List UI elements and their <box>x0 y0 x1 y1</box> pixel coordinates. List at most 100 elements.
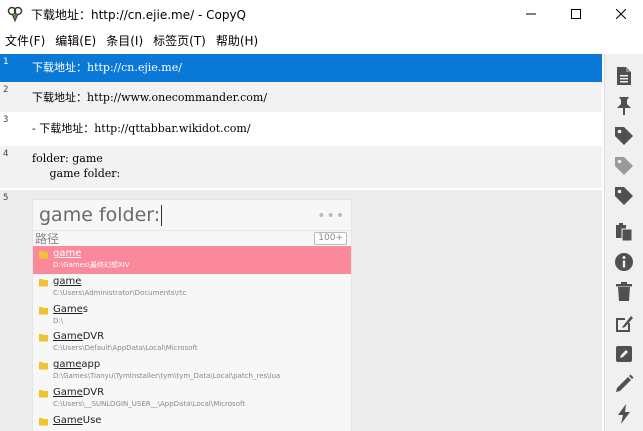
result-title: GameDVR <box>53 329 351 343</box>
paste-icon <box>616 223 633 242</box>
menu-help[interactable]: 帮助(H) <box>211 31 263 51</box>
maximize-icon <box>570 9 581 19</box>
result-title-match: game <box>53 275 82 287</box>
item-number: 4 <box>3 149 9 159</box>
item-number: 5 <box>3 193 9 203</box>
completion-result[interactable]: gameapp D:\Games\Tianyu\TymInstaller\tym\… <box>33 357 351 385</box>
list-item[interactable]: 3 - 下载地址：http://qttabbar.wikidot.com/ <box>0 112 602 146</box>
folder-icon <box>39 306 48 315</box>
completion-result[interactable]: GameUse <box>33 413 351 431</box>
item-text: folder: game game folder: <box>32 152 121 180</box>
item-text: - 下载地址：http://qttabbar.wikidot.com/ <box>32 122 251 135</box>
delete-icon <box>616 282 632 301</box>
folder-icon <box>39 251 48 259</box>
result-title-rest: Use <box>82 414 102 426</box>
edit-external-button[interactable] <box>612 312 636 336</box>
folder-icon <box>39 334 48 342</box>
item-text: 下载地址：http://www.onecommander.com/ <box>32 91 268 104</box>
delete-button[interactable] <box>612 280 636 304</box>
info-icon <box>615 253 633 271</box>
title-bar: 下载地址：http://cn.ejie.me/ - CopyQ <box>0 0 643 28</box>
result-title-match: game <box>53 248 82 259</box>
info-button[interactable] <box>612 250 636 274</box>
result-title-match: Game <box>53 414 83 426</box>
menu-edit[interactable]: 编辑(E) <box>50 31 101 51</box>
copyq-icon[interactable] <box>7 6 23 22</box>
clipboard-item-list[interactable]: 1 下载地址：http://cn.ejie.me/ 2 下载地址：http://… <box>0 54 602 431</box>
item-toolbar <box>604 54 643 431</box>
result-count-badge: 100+ <box>314 232 347 245</box>
window-controls <box>508 0 643 28</box>
list-item[interactable]: 4 folder: game game folder: <box>0 146 602 188</box>
result-title: Games <box>53 302 351 316</box>
close-button[interactable] <box>598 0 643 28</box>
tag-important-icon <box>615 127 633 145</box>
result-title-match: game <box>53 359 82 371</box>
list-item[interactable]: 2 下载地址：http://www.onecommander.com/ <box>0 82 602 112</box>
more-options-icon[interactable]: ••• <box>317 208 345 224</box>
tag-icon <box>615 187 633 205</box>
folder-icon <box>39 362 48 370</box>
edit-external-icon <box>616 316 633 332</box>
result-path: C:\Users\Administrator\Documents\rtc <box>53 288 187 297</box>
result-path: C:\Users\Default\AppData\Local\Microsoft <box>53 344 198 353</box>
result-path: D:\Games\Tianyu\TymInstaller\tym\tym_Dat… <box>53 372 281 381</box>
pin-icon <box>617 97 631 115</box>
result-title-rest: s <box>82 303 88 315</box>
result-title-rest: DVR <box>82 386 105 398</box>
item-number: 3 <box>3 115 9 125</box>
result-title-match: Game <box>53 331 83 343</box>
folder-icon <box>39 278 48 287</box>
popup-category: 路径 100+ <box>33 230 351 246</box>
edit-button[interactable] <box>612 342 636 366</box>
edit-icon <box>616 346 632 362</box>
completion-result[interactable]: game C:\Users\Administrator\Documents\rtc <box>33 274 351 302</box>
item-text: 下载地址：http://cn.ejie.me/ <box>32 61 182 74</box>
popup-query[interactable]: game folder: <box>39 204 160 226</box>
completion-result[interactable]: game D:\Games\最终幻想XIV <box>33 246 351 274</box>
tag-important-button[interactable] <box>612 124 636 148</box>
action-icon <box>618 404 630 424</box>
menu-bar: 文件(F) 编辑(E) 条目(I) 标签页(T) 帮助(H) <box>0 30 643 52</box>
completion-popup[interactable]: game folder: ••• 路径 100+ game D:\Games\最终… <box>32 199 352 431</box>
pin-button[interactable] <box>612 94 636 118</box>
paste-button[interactable] <box>612 220 636 244</box>
close-icon <box>615 9 626 19</box>
tag-light-button[interactable] <box>612 154 636 178</box>
window-title: 下载地址：http://cn.ejie.me/ - CopyQ <box>31 7 246 22</box>
result-path: D:\ <box>53 316 64 325</box>
folder-icon <box>39 417 48 426</box>
popup-results: game D:\Games\最终幻想XIV game C:\Users\Adminis… <box>33 246 351 431</box>
result-path: D:\Games\最终幻想XIV <box>53 261 130 269</box>
result-title: gameapp <box>53 357 351 371</box>
menu-file[interactable]: 文件(F) <box>0 31 50 51</box>
folder-icon <box>39 389 48 398</box>
edit-notes-button[interactable] <box>612 372 636 396</box>
maximize-button[interactable] <box>553 0 598 28</box>
result-title-match: Game <box>53 386 83 398</box>
category-label: 路径 <box>35 232 60 246</box>
show-content-icon <box>617 67 631 85</box>
menu-item[interactable]: 条目(I) <box>101 31 148 51</box>
edit-notes-icon <box>616 374 634 392</box>
result-title: game <box>53 274 351 288</box>
tag-button[interactable] <box>612 184 636 208</box>
result-title: GameUse <box>53 413 351 427</box>
result-title: GameDVR <box>53 385 351 399</box>
popup-search-box[interactable]: game folder: ••• <box>33 200 351 230</box>
item-number: 1 <box>3 57 9 67</box>
list-item-editor[interactable]: 5 game folder: ••• 路径 100+ game D:\Games\… <box>0 190 602 431</box>
menu-tabs[interactable]: 标签页(T) <box>148 31 211 51</box>
list-item[interactable]: 1 下载地址：http://cn.ejie.me/ <box>0 54 602 82</box>
result-title: game <box>53 246 351 260</box>
minimize-button[interactable] <box>508 0 553 28</box>
minimize-icon <box>525 13 536 15</box>
action-button[interactable] <box>612 402 636 426</box>
text-caret <box>161 204 163 226</box>
show-content-button[interactable] <box>612 64 636 88</box>
completion-result[interactable]: GameDVR C:\Users\__SUNLOGIN_USER__\AppDat… <box>33 385 351 413</box>
item-number: 2 <box>3 85 9 95</box>
completion-result[interactable]: Games D:\ <box>33 302 351 330</box>
completion-result[interactable]: GameDVR C:\Users\Default\AppData\Local\Mi… <box>33 329 351 357</box>
result-title-rest: DVR <box>82 331 105 343</box>
